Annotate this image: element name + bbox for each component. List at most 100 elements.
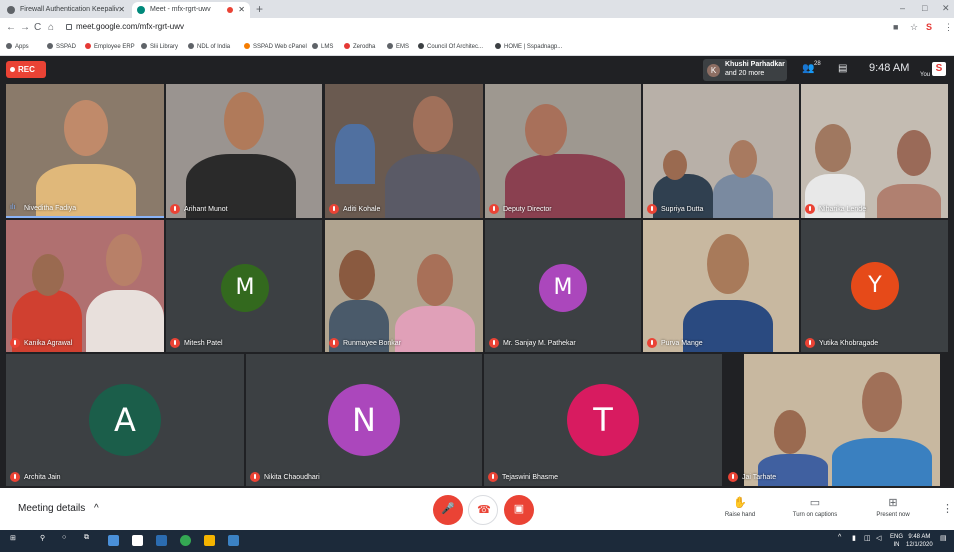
- participant-tile[interactable]: Arihant Munot: [166, 84, 322, 218]
- participant-tile[interactable]: Purva Mange: [643, 220, 799, 352]
- taskbar-clock[interactable]: 9:48 AM 12/1/2020: [906, 533, 933, 549]
- participant-tile[interactable]: Aditi Kohale: [325, 84, 483, 218]
- tab-strip: Firewall Authentication Keepaliv ✕ Meet …: [0, 0, 954, 18]
- mic-off-icon: [10, 472, 20, 482]
- mic-off-icon: [488, 472, 498, 482]
- bookmark-item[interactable]: LMS: [312, 43, 333, 50]
- leave-call-button[interactable]: ☎: [468, 495, 498, 525]
- windows-start-icon[interactable]: ⊞: [10, 534, 16, 542]
- participant-tile[interactable]: N Nikita Chaoudhari: [246, 354, 482, 486]
- chat-icon[interactable]: ▤: [838, 63, 847, 74]
- tab-label: Firewall Authentication Keepaliv: [20, 6, 119, 13]
- mic-off-icon: [250, 472, 260, 482]
- participant-tile[interactable]: A Archita Jain: [6, 354, 244, 486]
- mail-icon[interactable]: [156, 535, 167, 546]
- bookmark-item[interactable]: Council Of Architec...: [418, 43, 483, 50]
- participant-tile[interactable]: Y Yutika Khobragade: [801, 220, 948, 352]
- bookmark-item[interactable]: HOME | Sspadnagp...: [495, 43, 562, 50]
- url-field[interactable]: meet.google.com/mfx-rgrt-uwv: [76, 22, 184, 31]
- bookmark-item[interactable]: SSPAD: [47, 43, 76, 50]
- participant-name: Tejaswini Bhasme: [488, 472, 558, 482]
- bookmark-item[interactable]: Zerodha: [344, 43, 375, 50]
- star-icon[interactable]: ☆: [910, 22, 918, 33]
- new-tab-button[interactable]: +: [256, 2, 263, 16]
- extension-icon[interactable]: S: [926, 22, 932, 32]
- forward-arrow-icon[interactable]: →: [20, 22, 30, 33]
- notifications-icon[interactable]: ▤: [940, 534, 947, 542]
- participant-tile[interactable]: Supriya Dutta: [643, 84, 799, 218]
- app-icon[interactable]: [204, 535, 215, 546]
- camera-icon[interactable]: ■: [893, 22, 898, 32]
- participant-name: Runmayee Bonkar: [329, 338, 401, 348]
- explorer-icon[interactable]: [108, 535, 119, 546]
- participant-tile[interactable]: M Mr. Sanjay M. Pathekar: [485, 220, 641, 352]
- participant-name: Arihant Munot: [170, 204, 228, 214]
- participant-name: Mitesh Patel: [170, 338, 223, 348]
- participant-tile[interactable]: Niharika Lende: [801, 84, 948, 218]
- minimize-button[interactable]: –: [900, 3, 905, 13]
- more-participants: and 20 more: [725, 70, 765, 77]
- bookmark-item[interactable]: EMS: [387, 43, 409, 50]
- cpanel-icon: [244, 43, 250, 49]
- participant-tile[interactable]: T Tejaswini Bhasme: [484, 354, 722, 486]
- bookmark-item[interactable]: Slii Library: [141, 43, 178, 50]
- mic-off-icon: [489, 204, 499, 214]
- participant-tile[interactable]: M Mitesh Patel: [166, 220, 322, 352]
- battery-icon[interactable]: ▮: [852, 534, 856, 542]
- more-options-icon[interactable]: ⋮: [942, 502, 953, 515]
- meet-icon: [137, 6, 145, 14]
- raise-hand-button[interactable]: ✋ Raise hand: [710, 496, 770, 518]
- camera-toggle-button[interactable]: ▣: [504, 495, 534, 525]
- back-arrow-icon[interactable]: ←: [6, 22, 16, 33]
- bookmark-item[interactable]: NDL of India: [188, 43, 230, 50]
- tray-chevron-icon[interactable]: ^: [838, 534, 841, 541]
- task-view-icon[interactable]: ⧉: [84, 534, 89, 542]
- present-now-button[interactable]: ⊞ Present now: [863, 496, 923, 518]
- network-icon[interactable]: ◫: [864, 534, 871, 542]
- chevron-up-icon: ^: [94, 503, 99, 514]
- mic-toggle-button[interactable]: 🎤: [433, 495, 463, 525]
- captions-button[interactable]: ▭ Turn on captions: [785, 496, 845, 518]
- close-tab-icon[interactable]: ✕: [118, 5, 125, 14]
- participant-tile[interactable]: Deputy Director: [485, 84, 641, 218]
- app-icon[interactable]: [228, 535, 239, 546]
- tab-firewall[interactable]: Firewall Authentication Keepaliv ✕: [2, 2, 130, 18]
- people-icon[interactable]: 👥: [802, 63, 814, 74]
- video-feed: [525, 104, 567, 156]
- participant-tile[interactable]: Jai Tarhate: [724, 354, 948, 486]
- participant-tile[interactable]: Runmayee Bonkar: [325, 220, 483, 352]
- maximize-button[interactable]: □: [922, 3, 927, 13]
- participant-tile[interactable]: ılı Niveditha Fadiya: [6, 84, 164, 218]
- bookmark-item[interactable]: Employee ERP: [85, 43, 135, 50]
- language-indicator[interactable]: ENG IN: [890, 533, 903, 549]
- close-tab-icon[interactable]: ✕: [238, 5, 245, 14]
- participant-name: Nikita Chaoudhari: [250, 472, 320, 482]
- self-avatar[interactable]: S: [932, 62, 946, 76]
- bookmarks-bar: Apps SSPAD Employee ERP Slii Library NDL…: [0, 40, 954, 56]
- close-window-button[interactable]: ✕: [942, 3, 950, 14]
- tab-meet[interactable]: Meet - mfx-rgrt-uwv ✕: [132, 2, 250, 18]
- bookmark-item[interactable]: Apps: [6, 43, 29, 50]
- reload-icon[interactable]: C: [34, 22, 41, 33]
- avatar: M: [539, 264, 587, 312]
- participant-summary[interactable]: K Khushi Parhadkar and 20 more: [703, 59, 787, 81]
- participant-name: Jai Tarhate: [728, 472, 776, 482]
- coa-icon: [418, 43, 424, 49]
- video-feed: [774, 410, 806, 454]
- video-feed: [897, 130, 931, 176]
- volume-icon[interactable]: ◁: [876, 534, 881, 542]
- menu-icon[interactable]: ⋮: [944, 22, 953, 33]
- participant-tile[interactable]: Kanika Agrawal: [6, 220, 164, 352]
- meeting-details-button[interactable]: Meeting details ^: [18, 503, 99, 514]
- chrome-icon[interactable]: [180, 535, 191, 546]
- avatar: N: [328, 384, 400, 456]
- bookmark-item[interactable]: SSPAD Web cPanel: [244, 43, 307, 50]
- search-icon[interactable]: ⚲: [40, 534, 45, 542]
- store-icon[interactable]: [132, 535, 143, 546]
- video-feed: [707, 234, 749, 294]
- cortana-icon[interactable]: ○: [62, 534, 66, 541]
- lock-icon: [66, 24, 72, 30]
- recording-dot-icon: [227, 7, 233, 13]
- you-label: You: [920, 72, 931, 78]
- home-icon[interactable]: ⌂: [48, 22, 54, 33]
